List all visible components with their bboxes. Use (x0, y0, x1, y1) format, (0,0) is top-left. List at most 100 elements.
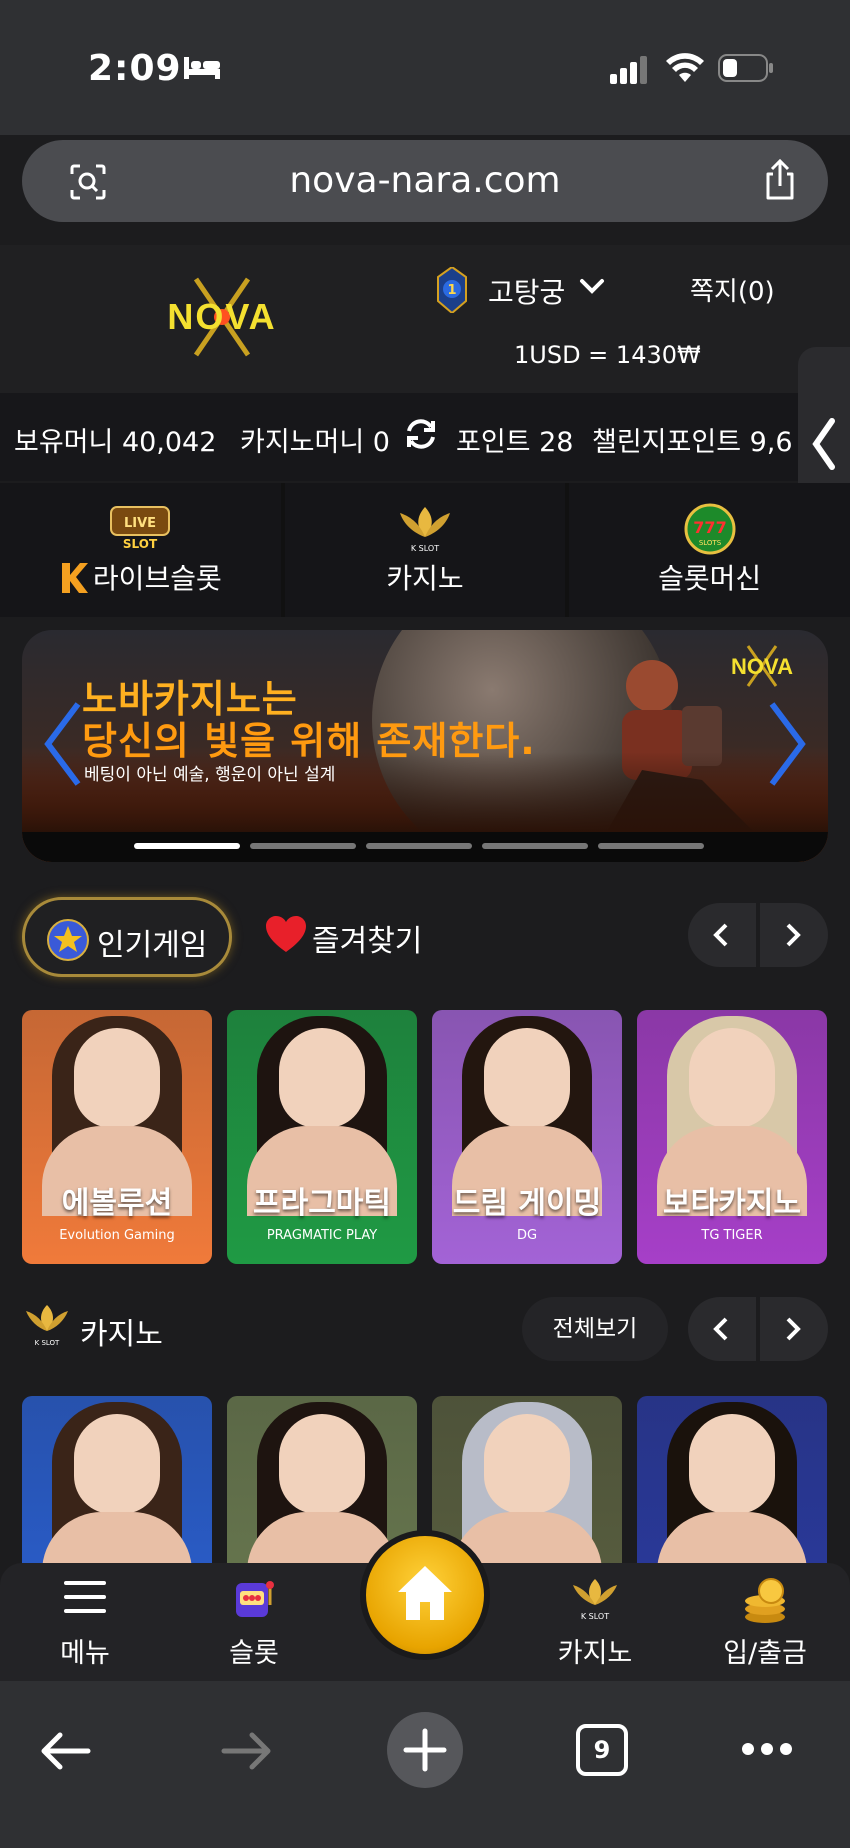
game-card-evolution[interactable]: 에볼루션 Evolution Gaming (22, 1010, 212, 1264)
username[interactable]: 고탕궁 (488, 271, 565, 311)
tabs-button[interactable]: 9 (576, 1724, 628, 1776)
card-face (484, 1028, 570, 1128)
card-face (689, 1028, 775, 1128)
k-slot-icon: K SLOT (400, 507, 450, 553)
nav-casino[interactable]: K SLOT 카지노 (535, 1563, 655, 1681)
coins-icon (745, 1578, 785, 1623)
nav-label: 메뉴 (60, 1638, 110, 1669)
banner-dot[interactable] (250, 843, 356, 849)
chevron-left-icon (713, 1317, 728, 1341)
home-icon (398, 1566, 452, 1620)
game-provider: TG TIGER (701, 1228, 763, 1243)
category-slot-machine[interactable]: 777 SLOTS 슬롯머신 (569, 483, 850, 617)
popular-prev-button[interactable] (688, 903, 756, 967)
svg-text:NOVA: NOVA (731, 654, 793, 679)
category-label: 라이브슬롯 (92, 562, 222, 595)
banner-next-arrow-icon[interactable] (766, 700, 808, 788)
casino-carousel-nav (688, 1297, 828, 1361)
tab-favorites[interactable]: 즐겨찾기 (312, 916, 422, 960)
sleep-focus-icon (184, 57, 220, 79)
slots-777-icon: 777 SLOTS (684, 503, 736, 555)
casino-section-title: 카지노 (80, 1317, 163, 1352)
svg-text:K SLOT: K SLOT (411, 544, 439, 553)
home-button[interactable] (360, 1530, 490, 1660)
status-bar: 2:09 (0, 0, 850, 135)
popular-label: 인기게임 (97, 928, 208, 963)
more-options-icon[interactable] (740, 1741, 794, 1757)
chevron-left-icon (713, 923, 728, 947)
card-face (279, 1414, 365, 1514)
live-slot-icon: LIVE SLOT (110, 506, 171, 551)
address-bar[interactable]: nova-nara.com (22, 140, 828, 222)
back-arrow-icon[interactable] (40, 1731, 92, 1771)
svg-text:LIVE: LIVE (124, 516, 156, 531)
game-title: 에볼루션 (61, 1186, 173, 1221)
banner-dot[interactable] (482, 843, 588, 849)
points: 포인트 28 (456, 427, 574, 458)
category-label: 카지노 (386, 562, 464, 595)
banner-prev-arrow-icon[interactable] (42, 700, 84, 788)
chevron-left-icon (812, 418, 835, 470)
banner-dot[interactable] (598, 843, 704, 849)
nav-label: 입/출금 (723, 1638, 807, 1669)
svg-text:777: 777 (693, 518, 726, 537)
card-face (484, 1414, 570, 1514)
category-casino[interactable]: K SLOT 카지노 (284, 483, 566, 617)
game-card-bota-casino[interactable]: 보타카지노 TG TIGER (637, 1010, 827, 1264)
hamburger-menu-icon (64, 1581, 106, 1613)
svg-text:K SLOT: K SLOT (35, 1339, 60, 1347)
svg-text:NOVA: NOVA (167, 296, 276, 337)
chevron-right-icon (786, 1317, 801, 1341)
banner-dot[interactable] (366, 843, 472, 849)
casino-section-icon: K SLOT (26, 1305, 68, 1347)
star-icon (47, 919, 89, 961)
url-text[interactable]: nova-nara.com (22, 160, 828, 201)
share-icon[interactable] (760, 158, 800, 202)
category-bar: LIVE SLOT 라이브슬롯 K SLOT 카지노 777 SLOTS 슬롯머… (0, 483, 850, 617)
game-card-pragmatic[interactable]: 프라그마틱 PRAGMATIC PLAY (227, 1010, 417, 1264)
heart-icon[interactable] (264, 914, 308, 954)
level-badge-icon: 1 (437, 267, 467, 313)
svg-text:K SLOT: K SLOT (581, 1612, 609, 1621)
nav-label: 카지노 (557, 1638, 633, 1669)
refresh-icon[interactable] (404, 417, 438, 451)
cellular-signal-icon (610, 56, 647, 84)
popular-carousel-nav (688, 903, 828, 967)
banner-nova-logo: NOVA (731, 645, 793, 687)
nav-slot[interactable]: 슬롯 (194, 1563, 314, 1681)
promo-banner[interactable]: 노바카지노는 당신의 빛을 위해 존재한다. 베팅이 아닌 예술, 행운이 아닌… (22, 630, 828, 862)
banner-pagination (134, 843, 704, 849)
nova-logo[interactable]: NOVA (138, 275, 306, 359)
exchange-rate: 1USD = 1430₩ (514, 341, 701, 369)
nav-deposit-withdraw[interactable]: 입/출금 (705, 1563, 825, 1681)
site-header: NOVA 1 고탕궁 쪽지(0) 1USD = 1430₩ (0, 245, 850, 393)
casino-prev-button[interactable] (688, 1297, 756, 1361)
message-link[interactable]: 쪽지(0) (690, 271, 775, 308)
category-label: 슬롯머신 (658, 562, 762, 595)
challenge-points: 챌린지포인트 9,6 (592, 427, 793, 458)
casino-next-button[interactable] (760, 1297, 828, 1361)
card-face (74, 1028, 160, 1128)
popular-games-list: 에볼루션 Evolution Gaming 프라그마틱 PRAGMATIC PL… (22, 1010, 828, 1264)
banner-dot[interactable] (134, 843, 240, 849)
forward-arrow-icon[interactable] (220, 1731, 272, 1771)
game-title: 드림 게이밍 (452, 1186, 602, 1221)
nav-menu[interactable]: 메뉴 (25, 1563, 145, 1681)
k-slot-icon: K SLOT (573, 1579, 617, 1621)
banner-title-line2: 당신의 빛을 위해 존재한다. (82, 719, 536, 763)
banner-subtitle: 베팅이 아닌 예술, 행운이 아닌 설계 (84, 765, 336, 785)
tab-popular-games[interactable]: 인기게임 (22, 897, 232, 977)
chevron-down-icon[interactable] (578, 273, 606, 301)
game-provider: PRAGMATIC PLAY (266, 1228, 378, 1243)
wifi-icon (666, 53, 704, 82)
popular-next-button[interactable] (760, 903, 828, 967)
game-provider: DG (516, 1228, 538, 1243)
slot-machine-icon (236, 1581, 274, 1617)
battery-icon (718, 54, 773, 82)
new-tab-icon[interactable] (386, 1711, 464, 1789)
view-all-button[interactable]: 전체보기 (522, 1297, 668, 1361)
category-live-slot[interactable]: LIVE SLOT 라이브슬롯 (0, 483, 281, 617)
svg-text:SLOTS: SLOTS (699, 539, 722, 547)
game-card-dream-gaming[interactable]: 드림 게이밍 DG (432, 1010, 622, 1264)
svg-text:1: 1 (447, 283, 456, 298)
